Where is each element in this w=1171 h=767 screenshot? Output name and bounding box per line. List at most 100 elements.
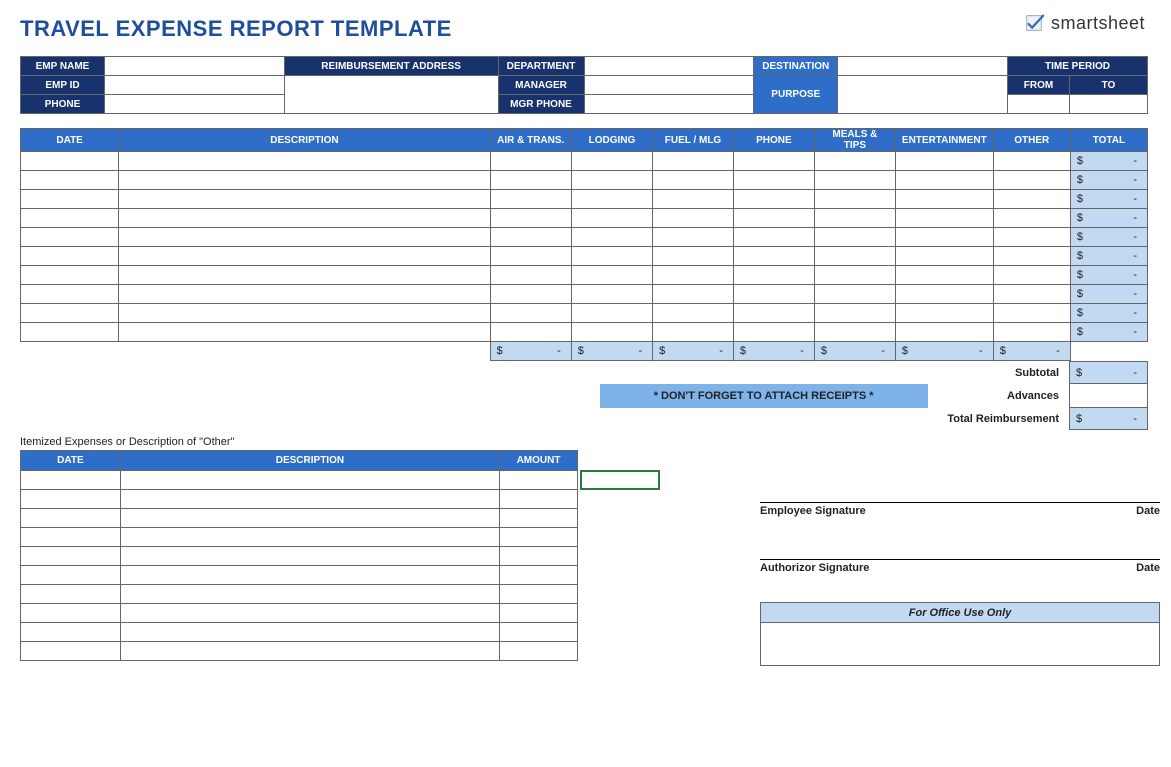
expense-cell[interactable] xyxy=(895,323,993,342)
itemized-cell[interactable] xyxy=(21,471,121,490)
itemized-cell[interactable] xyxy=(21,547,121,566)
expense-cell[interactable] xyxy=(21,247,119,266)
expense-cell[interactable] xyxy=(733,304,814,323)
expense-cell[interactable] xyxy=(490,190,571,209)
purpose-field[interactable] xyxy=(838,76,1008,114)
expense-cell[interactable] xyxy=(490,228,571,247)
expense-cell[interactable] xyxy=(993,247,1070,266)
itemized-cell[interactable] xyxy=(500,604,578,623)
expense-cell[interactable] xyxy=(119,323,490,342)
expense-cell[interactable] xyxy=(653,190,734,209)
expense-cell[interactable] xyxy=(571,171,652,190)
expense-cell[interactable] xyxy=(895,228,993,247)
expense-cell[interactable] xyxy=(993,171,1070,190)
expense-cell[interactable] xyxy=(814,247,895,266)
expense-cell[interactable] xyxy=(733,285,814,304)
itemized-cell[interactable] xyxy=(120,585,499,604)
expense-cell[interactable] xyxy=(119,304,490,323)
expense-cell[interactable] xyxy=(733,228,814,247)
from-field[interactable] xyxy=(1008,95,1070,114)
itemized-cell[interactable] xyxy=(500,547,578,566)
expense-cell[interactable] xyxy=(653,228,734,247)
itemized-cell[interactable] xyxy=(500,623,578,642)
expense-cell[interactable] xyxy=(490,209,571,228)
expense-cell[interactable] xyxy=(119,152,490,171)
expense-cell[interactable] xyxy=(993,228,1070,247)
expense-cell[interactable] xyxy=(21,152,119,171)
expense-cell[interactable] xyxy=(119,209,490,228)
itemized-cell[interactable] xyxy=(21,604,121,623)
manager-field[interactable] xyxy=(584,76,754,95)
expense-cell[interactable] xyxy=(733,266,814,285)
expense-cell[interactable] xyxy=(814,266,895,285)
expense-cell[interactable] xyxy=(490,266,571,285)
expense-cell[interactable] xyxy=(993,266,1070,285)
expense-cell[interactable] xyxy=(119,266,490,285)
expense-cell[interactable] xyxy=(895,266,993,285)
itemized-cell[interactable] xyxy=(21,566,121,585)
expense-cell[interactable] xyxy=(119,228,490,247)
expense-cell[interactable] xyxy=(653,171,734,190)
expense-cell[interactable] xyxy=(490,152,571,171)
expense-cell[interactable] xyxy=(21,285,119,304)
expense-cell[interactable] xyxy=(119,190,490,209)
expense-cell[interactable] xyxy=(653,209,734,228)
expense-cell[interactable] xyxy=(895,152,993,171)
itemized-cell[interactable] xyxy=(500,490,578,509)
itemized-cell[interactable] xyxy=(120,490,499,509)
expense-cell[interactable] xyxy=(490,247,571,266)
expense-cell[interactable] xyxy=(993,285,1070,304)
destination-field[interactable] xyxy=(838,57,1008,76)
expense-cell[interactable] xyxy=(733,171,814,190)
expense-cell[interactable] xyxy=(653,247,734,266)
expense-cell[interactable] xyxy=(814,228,895,247)
expense-cell[interactable] xyxy=(571,228,652,247)
expense-cell[interactable] xyxy=(21,228,119,247)
itemized-cell[interactable] xyxy=(21,528,121,547)
expense-cell[interactable] xyxy=(733,247,814,266)
advances-value[interactable] xyxy=(1070,384,1148,408)
expense-cell[interactable] xyxy=(571,247,652,266)
emp-name-field[interactable] xyxy=(104,57,284,76)
expense-cell[interactable] xyxy=(21,266,119,285)
expense-cell[interactable] xyxy=(895,304,993,323)
itemized-cell[interactable] xyxy=(120,642,499,661)
itemized-cell[interactable] xyxy=(120,528,499,547)
expense-cell[interactable] xyxy=(993,209,1070,228)
expense-cell[interactable] xyxy=(895,171,993,190)
expense-cell[interactable] xyxy=(571,323,652,342)
itemized-cell[interactable] xyxy=(500,528,578,547)
expense-cell[interactable] xyxy=(653,266,734,285)
expense-cell[interactable] xyxy=(895,285,993,304)
expense-cell[interactable] xyxy=(653,323,734,342)
department-field[interactable] xyxy=(584,57,754,76)
expense-cell[interactable] xyxy=(814,171,895,190)
expense-cell[interactable] xyxy=(814,152,895,171)
itemized-cell[interactable] xyxy=(21,509,121,528)
expense-cell[interactable] xyxy=(119,285,490,304)
expense-cell[interactable] xyxy=(814,304,895,323)
expense-cell[interactable] xyxy=(571,266,652,285)
expense-cell[interactable] xyxy=(571,209,652,228)
expense-cell[interactable] xyxy=(490,285,571,304)
expense-cell[interactable] xyxy=(21,209,119,228)
emp-id-field[interactable] xyxy=(104,76,284,95)
expense-cell[interactable] xyxy=(814,285,895,304)
expense-cell[interactable] xyxy=(653,152,734,171)
expense-cell[interactable] xyxy=(119,247,490,266)
expense-cell[interactable] xyxy=(571,152,652,171)
expense-cell[interactable] xyxy=(993,304,1070,323)
expense-cell[interactable] xyxy=(895,247,993,266)
expense-cell[interactable] xyxy=(895,209,993,228)
itemized-cell[interactable] xyxy=(120,623,499,642)
itemized-cell[interactable] xyxy=(500,509,578,528)
itemized-cell[interactable] xyxy=(120,547,499,566)
expense-cell[interactable] xyxy=(490,323,571,342)
expense-cell[interactable] xyxy=(733,209,814,228)
expense-cell[interactable] xyxy=(490,304,571,323)
mgr-phone-field[interactable] xyxy=(584,95,754,114)
itemized-cell[interactable] xyxy=(21,490,121,509)
expense-cell[interactable] xyxy=(21,304,119,323)
expense-cell[interactable] xyxy=(571,190,652,209)
itemized-cell[interactable] xyxy=(120,604,499,623)
